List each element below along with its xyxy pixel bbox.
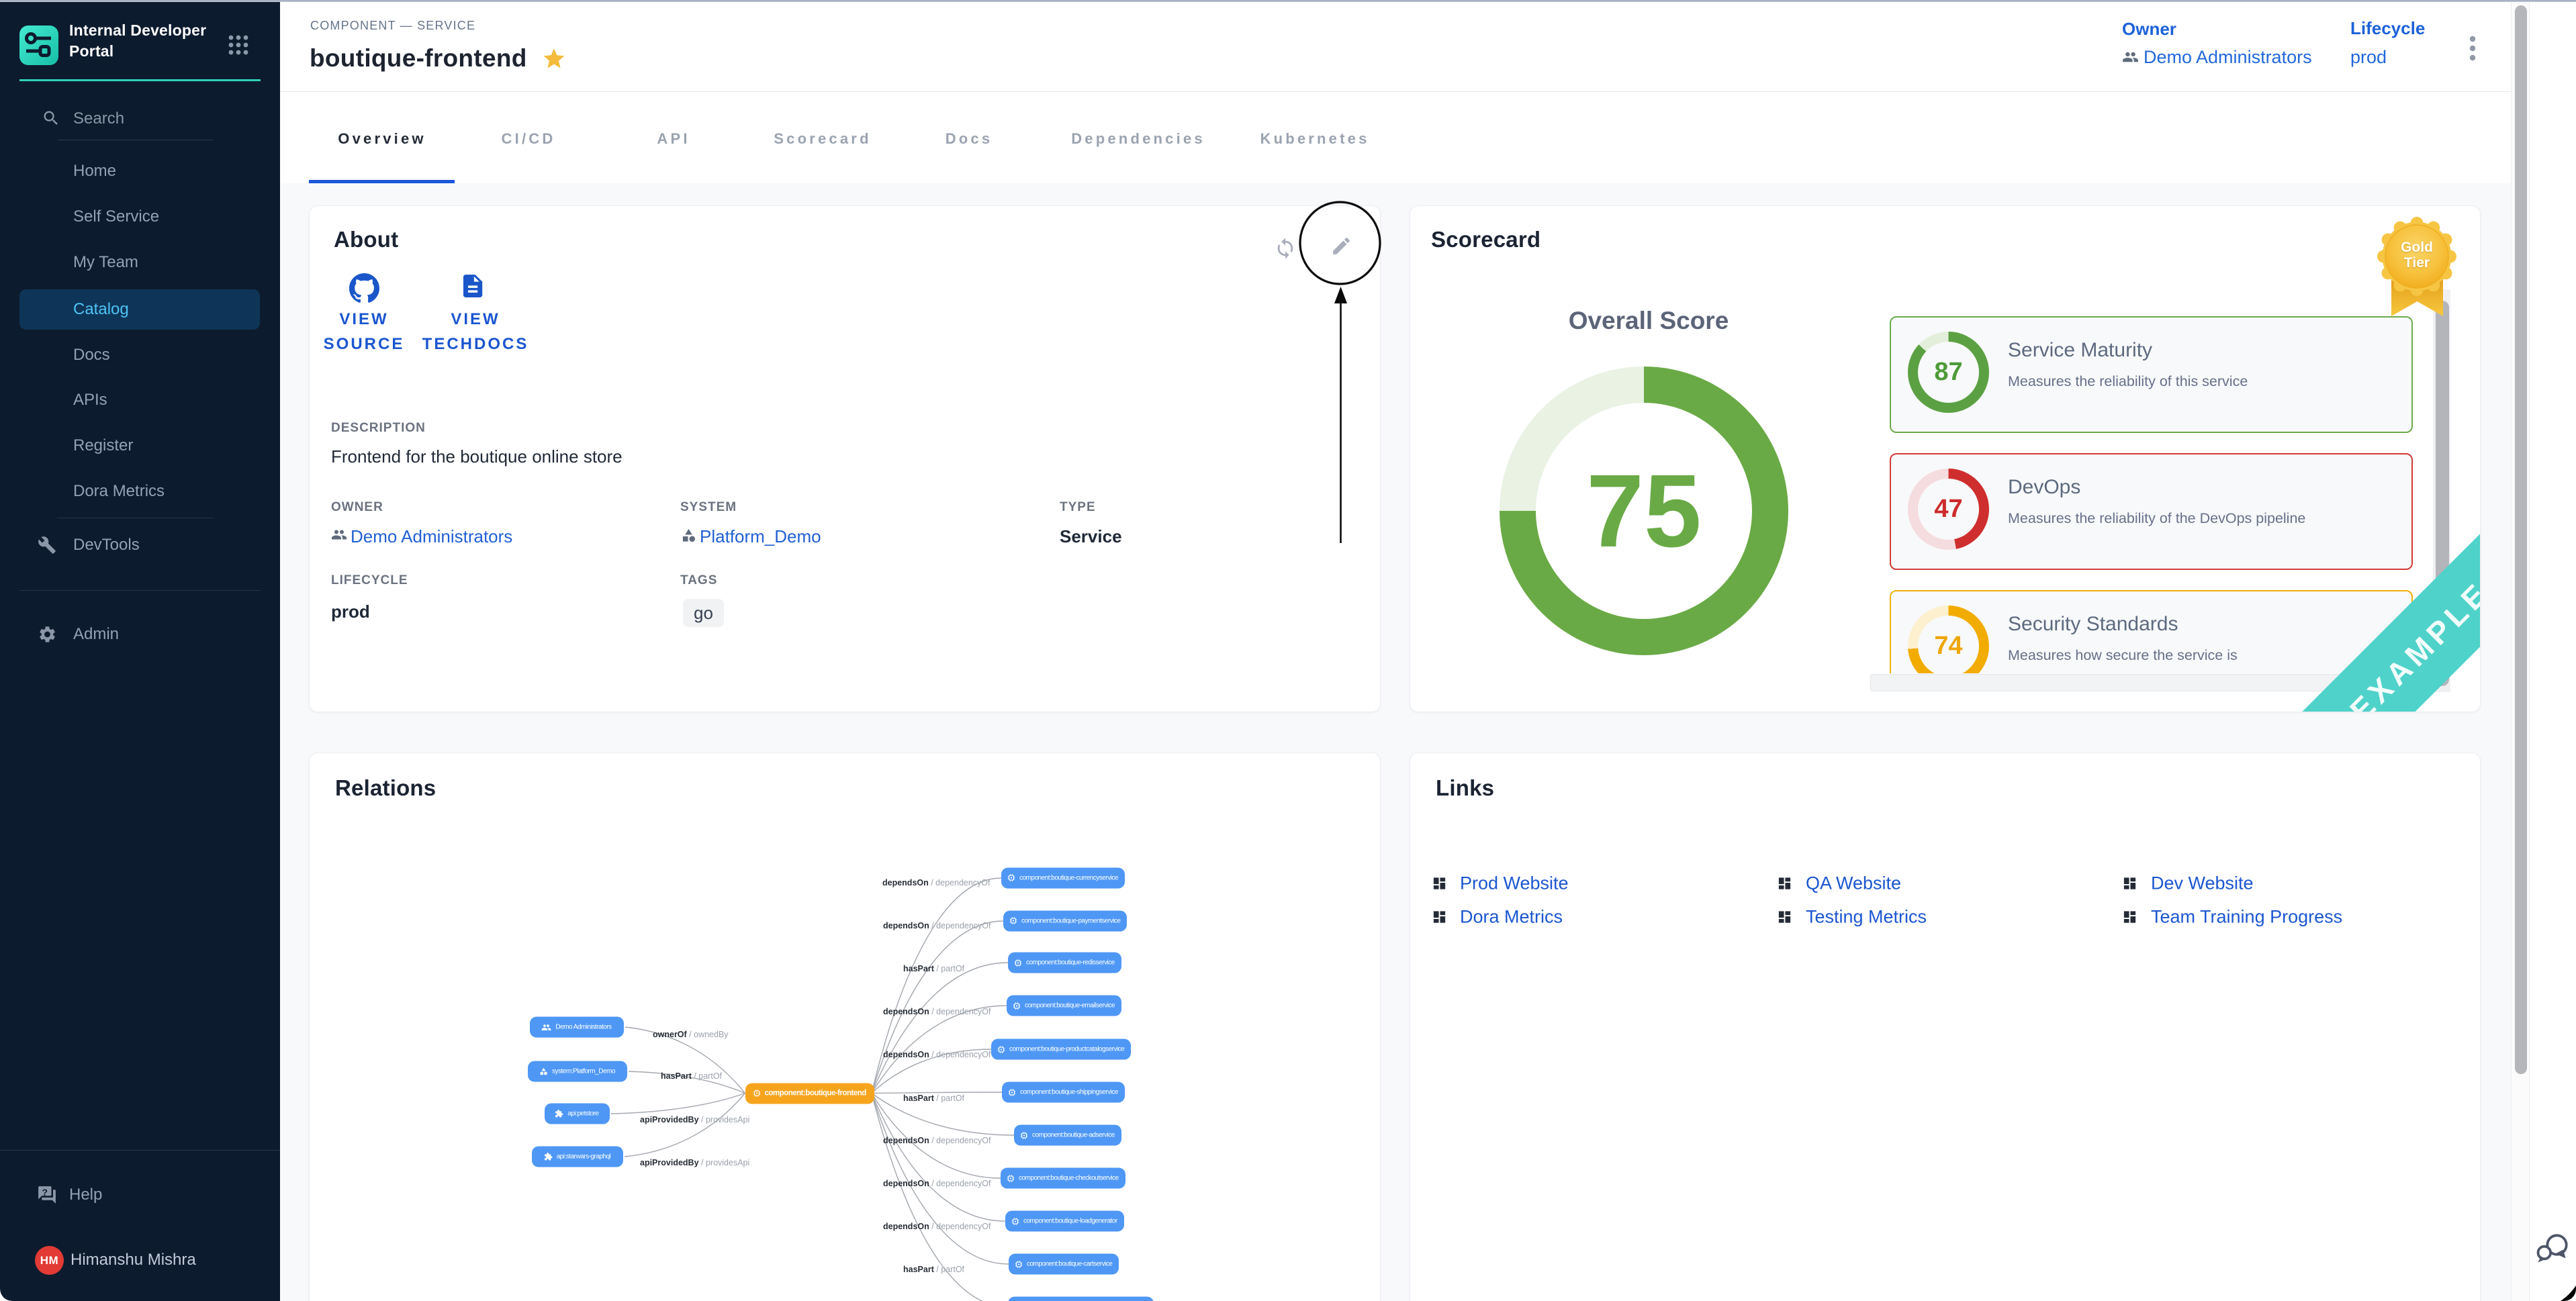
svg-text:Gold: Gold <box>2401 240 2433 255</box>
svg-text:Tier: Tier <box>2404 255 2430 271</box>
svg-text:?: ? <box>42 1188 48 1198</box>
